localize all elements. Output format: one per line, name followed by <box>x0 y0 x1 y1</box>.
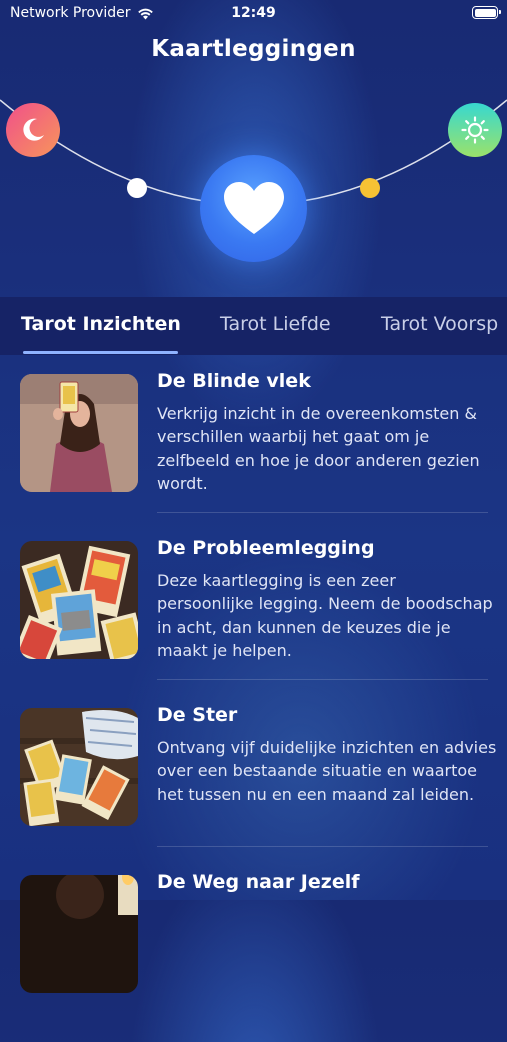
tab-tarot-voorspelling[interactable]: Tarot Voorsp <box>381 313 498 335</box>
category-tabs: Tarot Inzichten Tarot Liefde Tarot Voors… <box>0 297 507 355</box>
spread-thumbnail <box>20 708 138 826</box>
spread-title: De Blinde vlek <box>157 370 311 392</box>
divider <box>157 512 488 513</box>
sun-icon <box>461 116 489 144</box>
spread-description: Deze kaartlegging is een zeer persoonlij… <box>157 571 493 661</box>
spread-thumbnail <box>20 875 138 993</box>
spread-description: Ontvang vijf duidelijke inzichten en adv… <box>157 738 497 804</box>
tab-tarot-liefde[interactable]: Tarot Liefde <box>220 313 331 335</box>
arc-dot-white[interactable] <box>127 178 147 198</box>
list-item[interactable]: De Ster Ontvang vijf duidelijke inzichte… <box>0 704 507 875</box>
spread-description: Verkrijg inzicht in de overeenkomsten & … <box>157 404 480 494</box>
heart-button[interactable] <box>200 155 307 262</box>
spread-thumbnail <box>20 541 138 659</box>
list-item[interactable]: De Blinde vlek Verkrijg inzicht in de ov… <box>0 370 507 541</box>
arc-dot-yellow[interactable] <box>360 178 380 198</box>
active-tab-indicator <box>23 351 178 354</box>
spread-thumbnail <box>20 374 138 492</box>
divider <box>157 846 488 847</box>
moon-button[interactable] <box>6 103 60 157</box>
tab-tarot-inzichten[interactable]: Tarot Inzichten <box>21 313 181 335</box>
heart-icon <box>223 181 284 234</box>
list-item[interactable]: De Probleemlegging Deze kaartlegging is … <box>0 537 507 708</box>
spread-title: De Weg naar Jezelf <box>157 871 360 893</box>
list-item[interactable]: De Weg naar Jezelf <box>0 871 507 1042</box>
moon-icon <box>23 118 44 141</box>
sun-button[interactable] <box>448 103 502 157</box>
spread-title: De Probleemlegging <box>157 537 375 559</box>
divider <box>157 679 488 680</box>
spread-title: De Ster <box>157 704 238 726</box>
